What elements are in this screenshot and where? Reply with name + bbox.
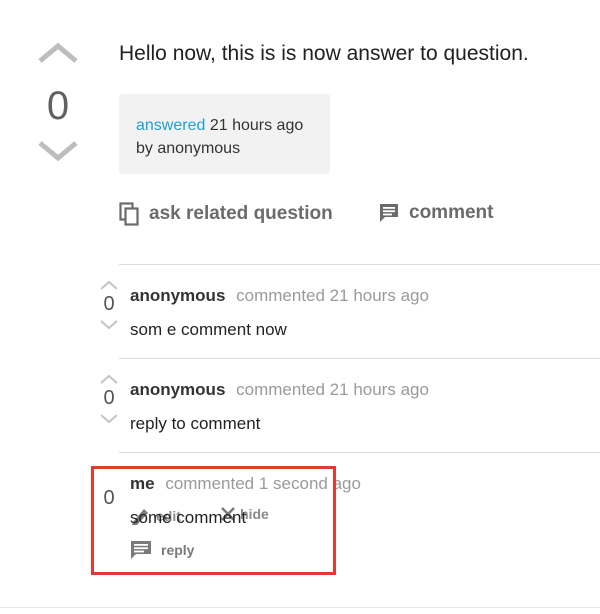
divider: [119, 264, 600, 265]
comment-timestamp: commented 21 hours ago: [236, 286, 429, 305]
upvote-button[interactable]: [38, 42, 78, 66]
comment-author[interactable]: anonymous: [130, 286, 225, 305]
chevron-down-icon[interactable]: [100, 414, 118, 424]
chevron-up-icon[interactable]: [100, 374, 118, 384]
comment-header: anonymous commented 21 hours ago: [130, 286, 429, 306]
chevron-up-icon: [38, 42, 78, 63]
ask-related-label: ask related question: [149, 203, 333, 224]
comment-timestamp: commented 21 hours ago: [236, 380, 429, 399]
divider: [0, 607, 600, 608]
comment-label: comment: [409, 202, 494, 223]
comment-header: anonymous commented 21 hours ago: [130, 380, 429, 400]
comment-vote-widget: 0: [96, 280, 122, 350]
chevron-down-icon[interactable]: [100, 320, 118, 330]
answer-meta: answered 21 hours ago by anonymous: [119, 94, 330, 174]
ask-related-question-button[interactable]: ask related question: [119, 202, 333, 226]
divider: [119, 358, 600, 359]
answer-text: Hello now, this is is now answer to ques…: [119, 42, 529, 65]
chevron-down-icon: [38, 141, 78, 162]
downvote-button[interactable]: [38, 140, 78, 164]
comment-vote-widget: 0: [96, 374, 122, 444]
answer-vote-count: 0: [46, 84, 70, 128]
comment-author[interactable]: anonymous: [130, 380, 225, 399]
copy-icon: [119, 202, 139, 226]
comment-icon: [380, 204, 398, 222]
answered-by: by anonymous: [136, 140, 241, 157]
answer-vote-widget: 0: [30, 40, 86, 170]
answered-link[interactable]: answered: [136, 117, 205, 134]
comment-vote-count: 0: [103, 387, 115, 409]
comment-body: som e comment now: [130, 320, 287, 339]
answered-line: answered 21 hours ago: [136, 114, 330, 137]
comment-body: reply to comment: [130, 414, 261, 433]
chevron-up-icon[interactable]: [100, 280, 118, 290]
divider: [119, 452, 600, 453]
highlight-box: [91, 466, 336, 575]
answered-when: 21 hours ago: [209, 117, 304, 134]
answer-view: 0 Hello now, this is is now answer to qu…: [0, 0, 600, 614]
comment-button[interactable]: comment: [379, 202, 493, 224]
comment-vote-count: 0: [103, 293, 115, 315]
